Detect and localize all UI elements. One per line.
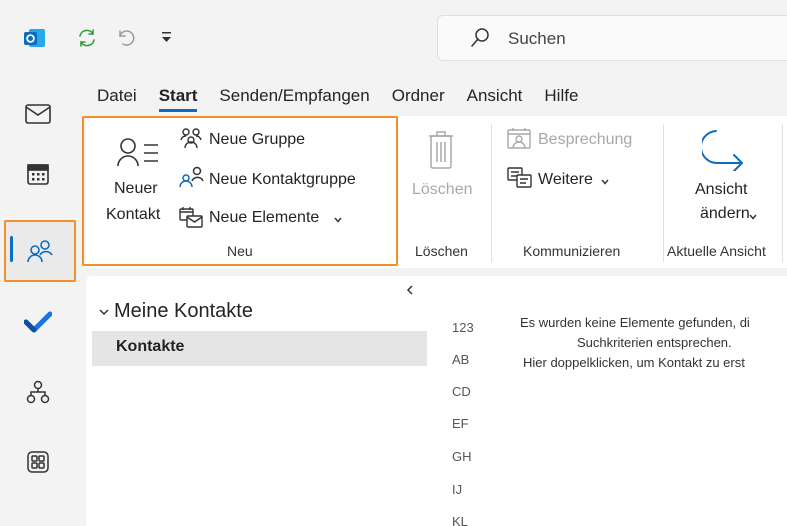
more-communicate-icon: [507, 167, 533, 194]
change-view-icon: [700, 127, 746, 176]
outlook-logo-icon[interactable]: [24, 27, 46, 49]
index-letter[interactable]: IJ: [452, 482, 462, 497]
new-items-icon: [179, 206, 203, 233]
new-group-button[interactable]: Neue Gruppe: [209, 131, 305, 149]
empty-message-line-2: Suchkriterien entsprechen.: [577, 335, 732, 350]
empty-message-line-3[interactable]: Hier doppelklicken, um Kontakt zu erst: [523, 355, 745, 370]
index-letter[interactable]: CD: [452, 384, 471, 399]
tab-hilfe[interactable]: Hilfe: [544, 86, 578, 112]
chevron-down-icon: [98, 300, 110, 323]
mail-icon[interactable]: [10, 86, 66, 142]
new-contact-label-2[interactable]: Kontakt: [106, 206, 160, 224]
title-bar: Suchen: [0, 0, 787, 78]
ribbon-separator: [663, 124, 664, 262]
folder-group-header[interactable]: Meine Kontakte: [98, 300, 253, 323]
more-apps-icon[interactable]: [10, 434, 66, 490]
meeting-icon: [507, 127, 531, 154]
app-rail: [0, 78, 78, 526]
new-contact-group-icon: [179, 166, 205, 193]
tab-ansicht[interactable]: Ansicht: [467, 86, 523, 112]
group-label-new: Neu: [227, 243, 253, 259]
org-explorer-icon[interactable]: [10, 364, 66, 420]
index-letter[interactable]: GH: [452, 449, 472, 464]
new-contact-label-1[interactable]: Neuer: [114, 180, 158, 198]
tab-datei[interactable]: Datei: [97, 86, 137, 112]
contact-list-area[interactable]: [432, 276, 787, 526]
change-view-label-2[interactable]: ändern: [700, 205, 750, 223]
tab-start[interactable]: Start: [158, 86, 198, 112]
new-contact-icon: [117, 137, 159, 172]
meeting-button[interactable]: Besprechung: [538, 131, 632, 149]
more-button[interactable]: Weitere: [538, 171, 593, 189]
collapse-pane-icon[interactable]: [405, 283, 415, 301]
calendar-icon[interactable]: [10, 146, 66, 202]
index-letter[interactable]: KL: [452, 514, 468, 526]
new-items-button[interactable]: Neue Elemente: [209, 209, 319, 227]
more-chevron-down-icon[interactable]: [600, 174, 610, 192]
people-icon[interactable]: [4, 220, 76, 282]
folder-group-label: Meine Kontakte: [114, 300, 253, 322]
new-items-chevron-down-icon[interactable]: [333, 212, 343, 230]
menu-tabs: Datei Start Senden/Empfangen Ordner Ansi…: [97, 86, 600, 112]
ribbon-separator: [491, 124, 492, 262]
undo-icon[interactable]: [115, 27, 137, 49]
group-label-current-view: Aktuelle Ansicht: [667, 243, 766, 259]
delete-button[interactable]: Löschen: [412, 181, 473, 199]
search-placeholder: Suchen: [508, 29, 566, 48]
search-box[interactable]: Suchen: [437, 15, 787, 61]
folder-item-label: Kontakte: [116, 338, 185, 355]
ribbon-separator: [782, 124, 783, 262]
tab-senden-empfangen[interactable]: Senden/Empfangen: [219, 86, 369, 112]
group-label-delete: Löschen: [415, 243, 468, 259]
new-group-icon: [180, 128, 202, 153]
customize-toolbar-icon[interactable]: [160, 29, 182, 51]
change-view-chevron-down-icon[interactable]: [748, 209, 758, 227]
index-letter[interactable]: AB: [452, 352, 469, 367]
empty-message-line-1: Es wurden keine Elemente gefunden, di: [520, 315, 750, 330]
change-view-label-1[interactable]: Ansicht: [695, 181, 747, 199]
new-contact-group-button[interactable]: Neue Kontaktgruppe: [209, 171, 356, 189]
tab-ordner[interactable]: Ordner: [392, 86, 445, 112]
delete-icon: [427, 130, 455, 175]
todo-icon[interactable]: [10, 294, 66, 350]
index-letter[interactable]: EF: [452, 416, 469, 431]
group-label-communicate: Kommunizieren: [523, 243, 621, 259]
sync-icon[interactable]: [76, 27, 98, 49]
folder-item-kontakte[interactable]: Kontakte: [92, 331, 427, 366]
search-icon: [468, 26, 492, 50]
index-letter[interactable]: 123: [452, 320, 474, 335]
